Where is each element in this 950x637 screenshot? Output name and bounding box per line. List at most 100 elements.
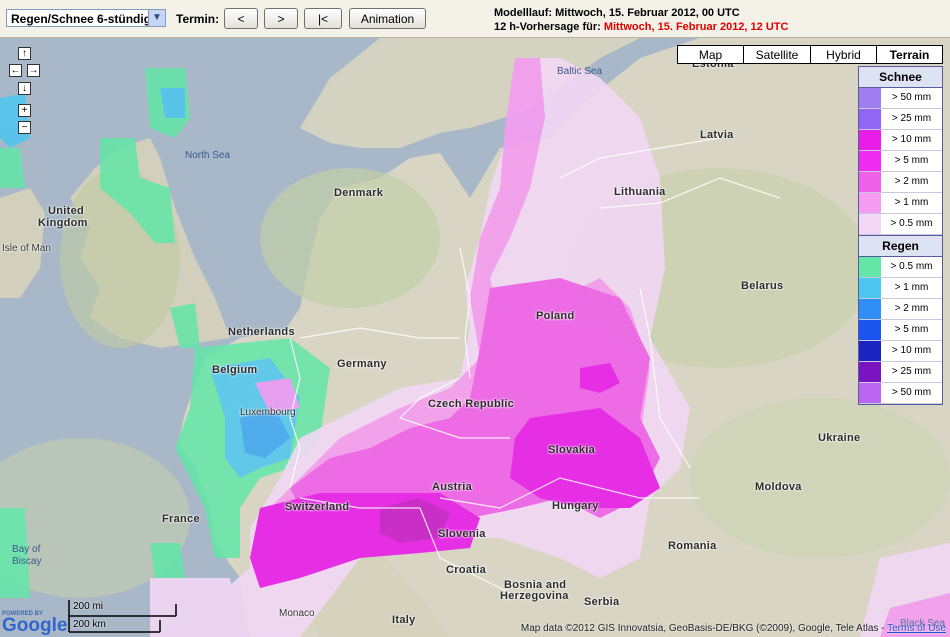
map-label: Switzerland [285,501,350,513]
attribution-text: Map data ©2012 GIS Innovatsia, GeoBasis-… [520,623,888,634]
map-label: Lithuania [614,186,666,198]
rain-legend-label: > 1 mm [894,282,929,293]
map-label: Croatia [446,564,486,576]
map-label: Luxembourg [240,407,296,418]
snow-legend-label: > 1 mm [894,197,929,208]
rain-legend-row: > 50 mm [859,383,942,404]
map-label: Belgium [212,364,258,376]
map-label: Herzegovina [500,590,569,602]
rain-legend-row: > 2 mm [859,299,942,320]
run-info: Modelllauf: Mittwoch, 15. Februar 2012, … [494,6,788,34]
rain-legend-row: > 1 mm [859,278,942,299]
scale-miles: 200 mi [73,601,104,612]
map-label: Baltic Sea [557,66,603,77]
scale-bar: 200 mi 200 km [68,600,178,634]
maptype-hybrid-button[interactable]: Hybrid [810,45,877,64]
first-button[interactable]: |< [304,8,342,29]
legend-snow-title: Schnee [859,67,942,88]
legend-rain: Regen > 0.5 mm > 1 mm > 2 mm > 5 mm > 10 mm >… [858,235,943,405]
snow-color-swatch [859,214,881,234]
snow-legend-label: > 2 mm [894,176,929,187]
snow-legend-label: > 0.5 mm [890,218,933,229]
rain-legend-label: > 10 mm [891,345,932,356]
rain-color-swatch [859,257,881,277]
map-label: Isle of Man [2,243,51,254]
rain-area [150,543,185,578]
map-label: Netherlands [228,326,295,338]
map-label: United [48,205,85,217]
rain-color-swatch [859,341,881,361]
model-run-text: Modelllauf: Mittwoch, 15. Februar 2012, … [494,7,740,19]
scale-km: 200 km [73,619,106,630]
google-logo[interactable]: POWERED BY Google [2,611,67,635]
map-label: Moldova [755,481,802,493]
map-attribution: Map data ©2012 GIS Innovatsia, GeoBasis-… [521,623,946,634]
snow-legend-row: > 10 mm [859,130,942,151]
snow-legend-label: > 25 mm [891,113,932,124]
rain-color-swatch [859,278,881,298]
rain-legend-row: > 10 mm [859,341,942,362]
rain-legend-row: > 5 mm [859,320,942,341]
map-label: Bay of [12,544,41,555]
rain-legend-row: > 25 mm [859,362,942,383]
snow-legend-row: > 2 mm [859,172,942,193]
rain-color-swatch [859,299,881,319]
rain-color-swatch [859,362,881,382]
map-label: Hungary [552,500,599,512]
terrain-base [0,38,950,637]
pan-up-button[interactable]: ↑ [18,47,31,60]
pan-right-button[interactable]: → [27,64,40,77]
snow-legend-label: > 10 mm [891,134,932,145]
product-select[interactable]: Regen/Schnee 6-stündig ▼ [6,9,166,27]
snow-legend-row: > 5 mm [859,151,942,172]
map-label: Black Sea [900,618,946,629]
legend-snow: Schnee > 50 mm > 25 mm > 10 mm > 5 mm > 2 mm… [858,66,943,236]
map-label: Monaco [279,608,315,619]
rain-legend-label: > 2 mm [894,303,929,314]
map-label: Czech Republic [428,398,515,410]
snow-color-swatch [859,109,881,129]
toolbar: Regen/Schnee 6-stündig ▼ Termin: < > |< … [0,0,950,38]
snow-color-swatch [859,88,881,108]
map-label: Denmark [334,187,384,199]
snow-legend-label: > 5 mm [894,155,929,166]
plus-icon: + [21,105,28,116]
pan-down-button[interactable]: ↓ [18,82,31,95]
map-label: Slovenia [438,528,486,540]
animation-button[interactable]: Animation [349,8,426,29]
map-label: Italy [392,614,416,626]
maptype-terrain-button[interactable]: Terrain [876,45,943,64]
previous-button[interactable]: < [224,8,258,29]
forecast-time: Mittwoch, 15. Februar 2012, 12 UTC [603,21,789,33]
snow-legend-row: > 1 mm [859,193,942,214]
map-label: Ukraine [818,432,861,444]
rain-legend-label: > 50 mm [891,387,932,398]
termin-label: Termin: [176,12,220,26]
map-label: Belarus [741,280,784,292]
legend-rain-title: Regen [859,236,942,257]
zoom-out-button[interactable]: − [18,121,31,134]
snow-color-swatch [859,151,881,171]
forecast-line: 12 h-Vorhersage für: Mittwoch, 15. Febru… [494,20,788,34]
chevron-down-icon[interactable]: ▼ [148,10,165,26]
arrow-right-icon: → [28,65,39,76]
snow-color-swatch [859,193,881,213]
snow-legend-row: > 50 mm [859,88,942,109]
maptype-map-button[interactable]: Map [677,45,744,64]
rain-legend-label: > 5 mm [894,324,929,335]
snow-color-swatch [859,172,881,192]
map-label: Austria [432,481,472,493]
snow-legend-row: > 0.5 mm [859,214,942,235]
pan-left-button[interactable]: ← [9,64,22,77]
next-button[interactable]: > [264,8,298,29]
zoom-in-button[interactable]: + [18,104,31,117]
rain-legend-row: > 0.5 mm [859,257,942,278]
arrow-left-icon: ← [10,65,21,76]
map-canvas[interactable]: Estonia Baltic Sea Latvia North Sea Denm… [0,38,950,637]
snow-legend-row: > 25 mm [859,109,942,130]
product-select-value: Regen/Schnee 6-stündig [11,12,152,26]
map-label: Germany [337,358,387,370]
arrow-down-icon: ↓ [22,83,27,94]
map-label: France [162,513,200,525]
maptype-satellite-button[interactable]: Satellite [743,45,811,64]
